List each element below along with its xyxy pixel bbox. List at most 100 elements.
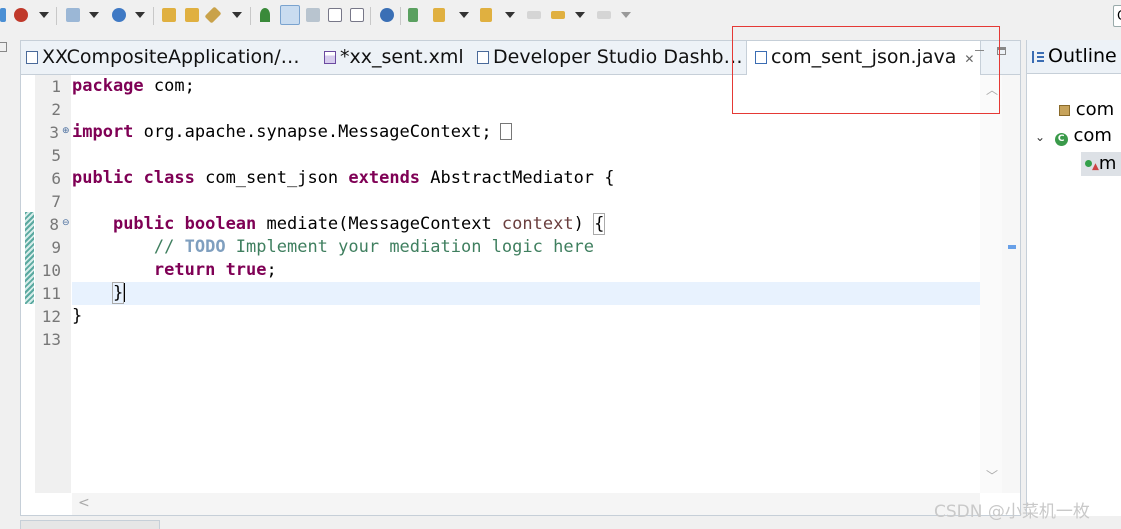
class-icon: C bbox=[1054, 133, 1068, 146]
scroll-left-icon[interactable]: < bbox=[78, 495, 90, 511]
toolbar-separator bbox=[370, 7, 371, 25]
code-editor[interactable]: package com; import org.apache.synapse.M… bbox=[72, 75, 980, 493]
xml-file-icon bbox=[324, 51, 336, 64]
pin-icon[interactable] bbox=[260, 8, 270, 22]
code-text: com_sent_json bbox=[194, 168, 349, 188]
toolbar-separator bbox=[56, 7, 57, 25]
new-server-icon[interactable] bbox=[66, 8, 80, 22]
keyword: package bbox=[72, 76, 144, 96]
run-dropdown-icon[interactable] bbox=[39, 12, 49, 18]
bottom-panel-tab[interactable] bbox=[20, 520, 160, 529]
chevron-down-icon[interactable]: ⌄ bbox=[1035, 125, 1049, 149]
mark-occurrences-icon[interactable] bbox=[280, 5, 300, 25]
prev-annotation-icon[interactable] bbox=[480, 8, 492, 22]
dashboard-icon bbox=[477, 51, 489, 64]
line-number-gutter: 1 2 3 ⊕ 5 6 7 8 ⊖ 9 10 11 12 13 bbox=[35, 75, 71, 493]
open-resource-icon[interactable] bbox=[185, 8, 199, 22]
new-service-icon[interactable] bbox=[112, 8, 126, 22]
keyword: public bbox=[72, 168, 134, 188]
code-text: ; bbox=[266, 260, 277, 280]
toolbar-separator bbox=[400, 7, 401, 25]
expand-fold-icon[interactable]: ⊕ bbox=[62, 120, 70, 143]
new-service-dropdown-icon[interactable] bbox=[135, 12, 145, 18]
keyword: import bbox=[72, 122, 134, 142]
code-line: import org.apache.synapse.MessageContext… bbox=[72, 121, 980, 144]
tab-label: XXCompositeApplication/… bbox=[42, 46, 300, 68]
keyword: public bbox=[112, 214, 175, 234]
last-edit-icon[interactable] bbox=[527, 11, 541, 19]
line-number: 6 bbox=[51, 169, 61, 188]
globe-icon[interactable] bbox=[380, 8, 394, 22]
outline-tab[interactable]: Outline bbox=[1027, 40, 1121, 74]
toggle-whitespace-icon[interactable] bbox=[328, 8, 342, 22]
line-number: 1 bbox=[51, 77, 61, 96]
back-dropdown-icon[interactable] bbox=[575, 12, 585, 18]
line-number: 13 bbox=[41, 330, 61, 349]
tab-xx-sent-xml[interactable]: *xx_sent.xml bbox=[324, 41, 464, 74]
next-annotation-dropdown-icon[interactable] bbox=[459, 12, 469, 18]
debug-icon[interactable] bbox=[0, 8, 6, 22]
outline-title: Outline bbox=[1048, 45, 1117, 67]
run-icon[interactable] bbox=[14, 8, 28, 22]
line-number: 2 bbox=[51, 100, 61, 119]
quick-diff-marker bbox=[25, 212, 34, 304]
horizontal-scrollbar[interactable]: < bbox=[72, 493, 980, 515]
keyword: extends bbox=[348, 168, 421, 188]
annotation-highlight-box bbox=[732, 26, 1000, 114]
comment: Implement your mediation logic here bbox=[225, 237, 595, 257]
line-number: 3 bbox=[49, 123, 59, 142]
search-icon[interactable] bbox=[204, 6, 222, 24]
left-trim bbox=[0, 34, 20, 529]
link-editor-icon[interactable] bbox=[408, 8, 418, 22]
tab-composite-application[interactable]: XXCompositeApplication/… bbox=[26, 41, 300, 74]
restore-icon[interactable] bbox=[0, 42, 7, 52]
project-icon bbox=[26, 51, 38, 64]
vertical-scrollbar[interactable]: ︿ ﹀ bbox=[980, 75, 1002, 493]
parameter: context bbox=[501, 214, 574, 234]
line-number: 12 bbox=[41, 307, 61, 326]
overview-ruler[interactable] bbox=[1002, 75, 1020, 493]
code-text: AbstractMediator { bbox=[420, 168, 615, 188]
toolbar-separator bbox=[153, 7, 154, 25]
show-whitespace-icon[interactable] bbox=[350, 8, 364, 22]
outline-item-method[interactable]: ▲m bbox=[1085, 152, 1116, 176]
new-server-dropdown-icon[interactable] bbox=[89, 12, 99, 18]
outline-item-label: com bbox=[1073, 125, 1112, 146]
search-dropdown-icon[interactable] bbox=[232, 12, 242, 18]
open-type-icon[interactable] bbox=[162, 8, 176, 22]
code-text: org.apache.synapse.MessageContext; bbox=[133, 122, 492, 142]
outline-view: Outline com ⌄ C com ▲m bbox=[1026, 40, 1121, 516]
comment: // bbox=[153, 237, 185, 257]
code-line: public class com_sent_json extends Abstr… bbox=[72, 167, 980, 190]
back-icon[interactable] bbox=[551, 11, 565, 19]
change-ruler bbox=[21, 75, 35, 493]
todo-tag: TODO bbox=[184, 237, 226, 257]
outline-item-label: m bbox=[1098, 153, 1117, 174]
forward-dropdown-icon[interactable] bbox=[621, 12, 631, 18]
line-number: 10 bbox=[41, 261, 61, 280]
tab-label: *xx_sent.xml bbox=[340, 46, 464, 68]
line-number: 8 bbox=[49, 215, 59, 234]
text-caret bbox=[123, 283, 126, 302]
next-annotation-icon[interactable] bbox=[433, 8, 445, 22]
tab-developer-studio-dashboard[interactable]: Developer Studio Dashb… bbox=[477, 41, 743, 74]
collapse-fold-icon[interactable]: ⊖ bbox=[62, 212, 70, 235]
keyword: true bbox=[225, 260, 267, 280]
block-selection-icon[interactable] bbox=[306, 8, 320, 22]
outline-item-class[interactable]: ⌄ C com bbox=[1035, 124, 1112, 148]
occurrence-marker[interactable] bbox=[1008, 245, 1016, 249]
keyword: boolean bbox=[184, 214, 257, 234]
line-number: 11 bbox=[41, 284, 61, 303]
code-line: // TODO Implement your mediation logic h… bbox=[72, 236, 980, 259]
folded-imports-icon[interactable] bbox=[499, 123, 512, 140]
method-icon bbox=[1085, 160, 1092, 167]
package-icon bbox=[1059, 105, 1070, 116]
scroll-down-icon[interactable]: ﹀ bbox=[986, 467, 998, 484]
forward-icon[interactable] bbox=[597, 11, 611, 19]
quick-access-field[interactable]: Q bbox=[1113, 5, 1121, 27]
prev-annotation-dropdown-icon[interactable] bbox=[505, 12, 515, 18]
code-line: } bbox=[72, 305, 980, 328]
outline-item-package[interactable]: com bbox=[1059, 98, 1114, 122]
